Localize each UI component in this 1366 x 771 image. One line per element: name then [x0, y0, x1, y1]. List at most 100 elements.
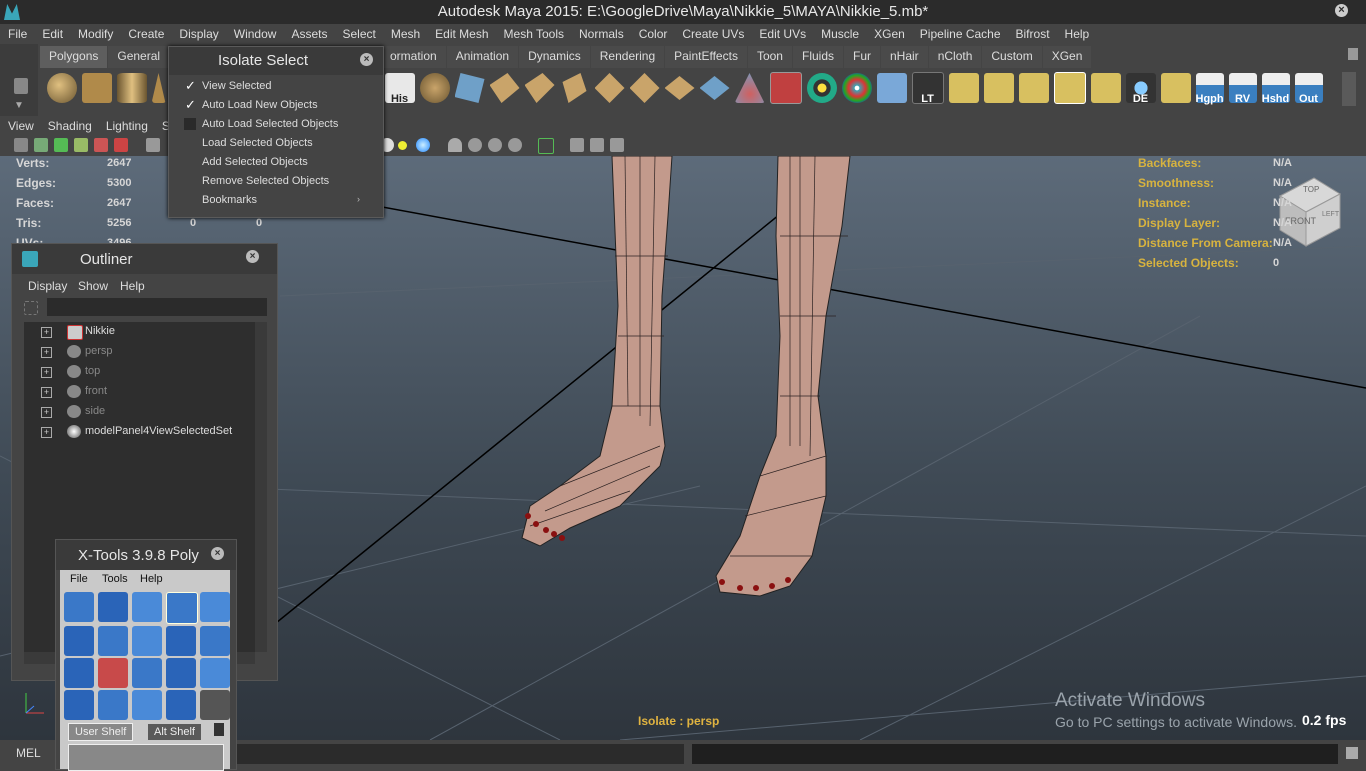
poly-sphere-icon[interactable]	[46, 73, 77, 103]
tab-nhair[interactable]: nHair	[881, 46, 928, 68]
menu-pipeline-cache[interactable]: Pipeline Cache	[912, 27, 1008, 41]
filter-icon[interactable]	[24, 301, 38, 315]
panel-menu-lighting[interactable]: Lighting	[98, 119, 154, 133]
all-lights-icon[interactable]	[416, 138, 430, 152]
expand-icon[interactable]: +	[41, 367, 52, 378]
append-polygon-icon[interactable]	[594, 73, 625, 103]
menu-muscle[interactable]: Muscle	[813, 27, 866, 41]
tab-painteffects[interactable]: PaintEffects	[665, 46, 747, 68]
script-editor-icon[interactable]	[1346, 747, 1358, 759]
xtool-16-icon[interactable]	[64, 690, 94, 720]
expand-icon[interactable]: +	[41, 427, 52, 438]
menu-edit-uvs[interactable]: Edit UVs	[751, 27, 813, 41]
xtools-menu-tools[interactable]: Tools	[102, 573, 128, 585]
lt-tool-icon[interactable]: LT	[911, 72, 944, 105]
bridge-icon[interactable]	[562, 73, 587, 103]
xtool-17-icon[interactable]	[98, 690, 128, 720]
menu-help[interactable]: Help	[1057, 27, 1097, 41]
menu-select[interactable]: Select	[334, 27, 382, 41]
anti-aliasing-icon[interactable]	[508, 138, 522, 152]
split-polygon-icon[interactable]	[629, 73, 660, 103]
outliner-row[interactable]: + top	[24, 362, 255, 382]
xtool-8-icon[interactable]	[132, 626, 162, 656]
outliner-row[interactable]: + modelPanel4ViewSelectedSet	[24, 422, 255, 442]
outliner-menu-help[interactable]: Help	[120, 279, 145, 293]
xtool-7-icon[interactable]	[98, 626, 128, 656]
poly-cylinder-icon[interactable]	[116, 73, 147, 103]
tab-ncloth[interactable]: nCloth	[928, 46, 982, 68]
xtool-5-icon[interactable]	[200, 592, 230, 622]
xtool-13-icon[interactable]	[132, 658, 162, 688]
auto-load-selected-checkbox[interactable]	[184, 118, 196, 130]
tab-deformation[interactable]: ormation	[381, 46, 446, 68]
view-selected-checkbox[interactable]	[184, 78, 196, 94]
camera-attributes-icon[interactable]	[34, 138, 48, 152]
film-gate-icon[interactable]	[114, 138, 128, 152]
menu-xgen[interactable]: XGen	[866, 27, 912, 41]
menu-window[interactable]: Window	[226, 27, 284, 41]
expand-icon[interactable]: +	[41, 407, 52, 418]
xray-active-icon[interactable]	[590, 138, 604, 152]
close-window-icon[interactable]: ×	[1335, 4, 1348, 17]
xtool-15-icon[interactable]	[200, 658, 230, 688]
menu-edit[interactable]: Edit	[34, 27, 70, 41]
menu-create[interactable]: Create	[120, 27, 171, 41]
xray-joints-icon[interactable]	[570, 138, 584, 152]
uv-relax-icon[interactable]	[1090, 73, 1121, 103]
grid-toggle-icon[interactable]	[94, 138, 108, 152]
shelf-options-chevron-icon[interactable]: ▼	[14, 100, 24, 111]
trash-icon[interactable]	[1348, 48, 1358, 60]
xtool-2-icon[interactable]	[98, 592, 128, 622]
default-light-icon[interactable]	[398, 141, 407, 150]
uv-grid-icon[interactable]	[1160, 73, 1191, 103]
menu-item-view-selected[interactable]: View Selected	[202, 80, 272, 92]
tab-user-shelf[interactable]: User Shelf	[68, 723, 134, 741]
expand-icon[interactable]: +	[41, 327, 52, 338]
menu-item-auto-load-selected[interactable]: Auto Load Selected Objects	[202, 118, 338, 130]
outliner-menu-show[interactable]: Show	[78, 279, 108, 293]
xtools-trash-icon[interactable]	[214, 723, 224, 736]
menu-bifrost[interactable]: Bifrost	[1008, 27, 1057, 41]
xtool-12-icon[interactable]	[98, 658, 128, 688]
menu-display[interactable]: Display	[171, 27, 225, 41]
outliner-row[interactable]: + Nikkie	[24, 322, 255, 342]
shelf-menu-icon[interactable]	[14, 78, 28, 94]
xtool-20-icon[interactable]	[200, 690, 230, 720]
panel-menu-view[interactable]: View	[0, 119, 40, 133]
command-input[interactable]	[236, 744, 684, 764]
uv-unfold-icon[interactable]	[983, 73, 1014, 103]
soft-select-icon[interactable]	[806, 73, 837, 103]
outliner-header[interactable]: Outliner ×	[12, 244, 277, 274]
poly-cube-icon[interactable]	[81, 73, 112, 103]
menu-assets[interactable]: Assets	[283, 27, 334, 41]
xtool-6-icon[interactable]	[64, 626, 94, 656]
expand-icon[interactable]: +	[41, 347, 52, 358]
menu-file[interactable]: File	[0, 27, 34, 41]
xtool-3-icon[interactable]	[132, 592, 162, 622]
menu-modify[interactable]: Modify	[70, 27, 120, 41]
xtool-19-icon[interactable]	[166, 690, 196, 720]
tab-polygons[interactable]: Polygons	[40, 46, 108, 68]
tab-dynamics[interactable]: Dynamics	[519, 46, 590, 68]
isolate-select-icon[interactable]	[538, 138, 554, 154]
close-isolate-icon[interactable]: ×	[360, 53, 373, 66]
de-tool-icon[interactable]: DE	[1125, 73, 1156, 105]
outliner-menu-display[interactable]: Display	[28, 279, 67, 293]
uv-cut-icon[interactable]	[1018, 73, 1049, 103]
outliner-row[interactable]: + front	[24, 382, 255, 402]
bookmarks-icon[interactable]	[54, 138, 68, 152]
tab-alt-shelf[interactable]: Alt Shelf	[148, 724, 201, 740]
close-xtools-icon[interactable]: ×	[211, 547, 224, 560]
mel-mode-toggle[interactable]: MEL	[16, 746, 41, 760]
tab-rendering[interactable]: Rendering	[590, 46, 665, 68]
menu-normals[interactable]: Normals	[571, 27, 631, 41]
xtool-10-icon[interactable]	[200, 626, 230, 656]
tab-toon[interactable]: Toon	[747, 46, 792, 68]
outliner-row[interactable]: + persp	[24, 342, 255, 362]
sculpt-icon[interactable]	[734, 73, 765, 103]
screen-space-ao-icon[interactable]	[468, 138, 482, 152]
poly-sphere-2-icon[interactable]	[419, 73, 450, 103]
xtools-menu-file[interactable]: File	[70, 573, 88, 585]
select-camera-icon[interactable]	[14, 138, 28, 152]
select-tool-icon[interactable]	[489, 73, 520, 103]
